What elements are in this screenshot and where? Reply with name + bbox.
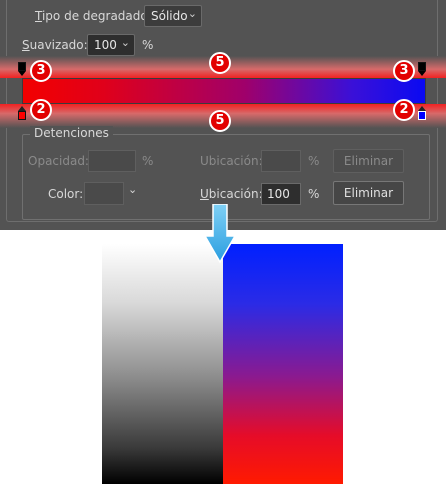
opacity-stop-left-pointer [18, 71, 26, 76]
opacity-location-unit: % [308, 154, 320, 168]
color-location-label: Ubicación: [200, 187, 263, 201]
chevron-down-icon[interactable]: ⌄ [128, 183, 137, 196]
gradient-type-select[interactable]: Sólido ⌄ [144, 5, 202, 27]
color-label: Color: [48, 187, 84, 201]
chevron-down-icon: ⌄ [187, 7, 197, 20]
gradient-preview-bar[interactable] [22, 78, 426, 104]
red-blue-gradient-swatch [223, 244, 343, 484]
color-location-unit: % [308, 187, 320, 201]
annotation-badge-5-top: 5 [209, 52, 231, 74]
chevron-down-icon: ⌄ [120, 36, 130, 49]
delete-opacity-stop-button[interactable]: Eliminar [333, 149, 404, 173]
color-swatch[interactable] [84, 182, 124, 205]
annotation-badge-5-bottom: 5 [209, 110, 231, 132]
color-stop-left[interactable] [18, 111, 26, 120]
opacity-stop-left[interactable] [18, 62, 26, 71]
arrow-down-icon [204, 204, 236, 264]
color-stop-right[interactable] [418, 111, 426, 120]
opacity-location-label: Ubicación: [200, 154, 263, 168]
annotation-badge-3-left: 3 [30, 60, 52, 82]
grayscale-gradient-swatch [102, 244, 223, 484]
opacity-stop-right-pointer [418, 71, 426, 76]
smoothness-unit: % [142, 38, 154, 52]
annotation-badge-2-left: 2 [30, 99, 52, 121]
gradient-type-label: Tipo de degradado: [35, 9, 152, 23]
color-location-input[interactable]: 100 [261, 183, 301, 205]
smoothness-input[interactable]: 100 ⌄ [87, 34, 135, 56]
opacity-stop-right[interactable] [418, 62, 426, 71]
smoothness-value: 100 [94, 38, 117, 52]
opacity-location-input[interactable] [261, 150, 301, 172]
smoothness-label: Suavizado: [22, 38, 88, 52]
gradient-editor-panel: Tipo de degradado: Sólido ⌄ Suavizado: 1… [0, 0, 446, 230]
delete-color-stop-button[interactable]: Eliminar [333, 181, 404, 205]
opacity-input[interactable] [88, 150, 136, 172]
opacity-unit: % [142, 154, 154, 168]
annotation-badge-3-right: 3 [393, 60, 415, 82]
annotation-badge-2-right: 2 [393, 99, 415, 121]
stops-group-title: Detenciones [30, 126, 113, 140]
gradient-type-value: Sólido [151, 9, 188, 23]
opacity-label: Opacidad: [28, 154, 89, 168]
